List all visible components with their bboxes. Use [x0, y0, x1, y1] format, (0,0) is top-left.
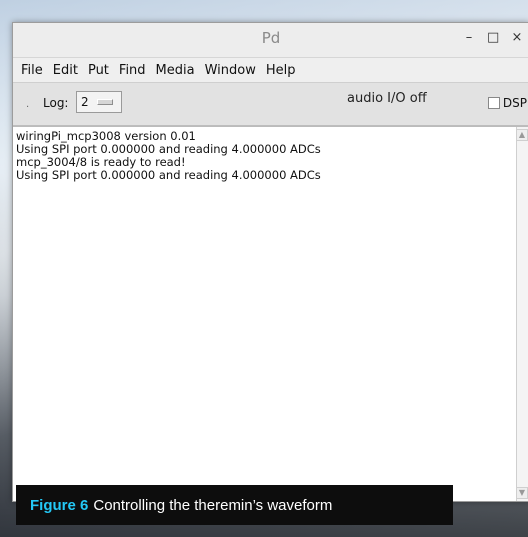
toolbar: · Log: 2 audio I/O off DSP: [13, 82, 528, 126]
window-title: Pd: [261, 29, 281, 47]
title-bar[interactable]: Pd – □ ×: [13, 23, 528, 58]
dsp-label: DSP: [502, 96, 527, 110]
menu-put[interactable]: Put: [88, 63, 109, 78]
pd-main-window: Pd – □ × File Edit Put Find Media Window…: [12, 22, 528, 502]
log-label: Log:: [43, 96, 69, 110]
menu-media[interactable]: Media: [156, 63, 195, 78]
dsp-toggle[interactable]: DSP: [487, 96, 527, 110]
menu-window[interactable]: Window: [205, 63, 256, 78]
menu-bar: File Edit Put Find Media Window Help: [13, 58, 528, 82]
figure-label: Figure 6: [30, 496, 89, 514]
scroll-down-icon[interactable]: ▼: [516, 487, 528, 499]
console-text: wiringPi_mcp3008 version 0.01 Using SPI …: [16, 130, 513, 182]
figure-caption: Figure 6 Controlling the theremin’s wave…: [16, 485, 453, 525]
dsp-checkbox[interactable]: [487, 97, 500, 109]
menu-edit[interactable]: Edit: [53, 63, 78, 78]
close-icon[interactable]: ×: [511, 30, 523, 46]
maximize-icon[interactable]: □: [487, 30, 499, 46]
console-scrollbar[interactable]: ▲ ▼: [516, 127, 528, 501]
menu-find[interactable]: Find: [119, 63, 146, 78]
scroll-up-icon[interactable]: ▲: [516, 129, 528, 141]
minimize-icon[interactable]: –: [463, 30, 475, 46]
menu-file[interactable]: File: [21, 63, 43, 78]
window-controls: – □ ×: [463, 30, 523, 46]
audio-status: audio I/O off: [347, 91, 427, 106]
console-output[interactable]: wiringPi_mcp3008 version 0.01 Using SPI …: [13, 126, 528, 501]
console-line: Using SPI port 0.000000 and reading 4.00…: [16, 168, 321, 182]
menu-help[interactable]: Help: [266, 63, 296, 78]
figure-caption-text: Controlling the theremin’s waveform: [93, 496, 333, 514]
log-level-select[interactable]: 2: [76, 91, 122, 113]
bullet-icon: ·: [26, 102, 30, 113]
log-level-value: 2: [81, 95, 89, 109]
option-menu-indicator-icon: [96, 99, 113, 105]
